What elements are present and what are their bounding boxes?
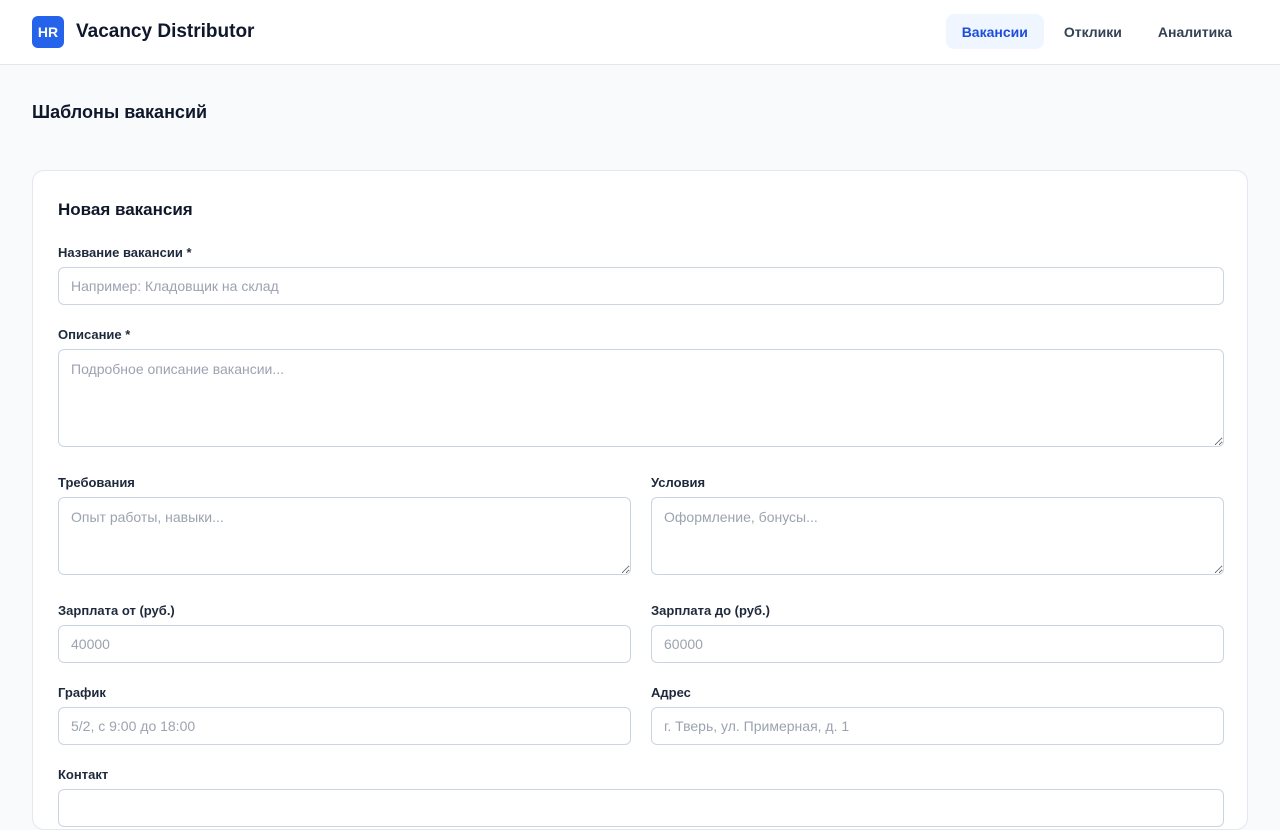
contact-label: Контакт — [58, 767, 109, 782]
schedule-input[interactable] — [58, 707, 631, 745]
vacancy-name-input[interactable] — [58, 267, 1224, 305]
app-title: Vacancy Distributor — [76, 21, 255, 42]
salary-from-input[interactable] — [58, 625, 631, 663]
conditions-label: Условия — [651, 475, 706, 490]
page-title: Шаблоны вакансий — [32, 102, 208, 122]
salary-to-label: Зарплата до (руб.) — [651, 603, 770, 618]
address-label: Адрес — [651, 685, 691, 700]
hr-logo: HR — [32, 16, 64, 48]
address-input[interactable] — [651, 707, 1224, 745]
salary-to-input[interactable] — [651, 625, 1224, 663]
requirements-label: Требования — [58, 475, 135, 490]
description-label: Описание * — [58, 327, 131, 342]
vacancy-name-label: Название вакансии * — [58, 245, 192, 260]
conditions-textarea[interactable] — [651, 497, 1224, 575]
nav-item-responses[interactable]: Отклики — [1048, 14, 1138, 49]
form-title: Новая вакансия — [58, 200, 193, 219]
top-header: HR Vacancy Distributor Вакансии Отклики … — [0, 0, 1280, 65]
contact-input[interactable] — [58, 789, 1224, 827]
schedule-label: График — [58, 685, 106, 700]
new-vacancy-form: Новая вакансия Название вакансии * Описа… — [32, 170, 1248, 830]
nav-item-analytics[interactable]: Аналитика — [1142, 14, 1248, 49]
main-nav: Вакансии Отклики Аналитика — [942, 14, 1248, 49]
description-textarea[interactable] — [58, 349, 1224, 447]
salary-from-label: Зарплата от (руб.) — [58, 603, 175, 618]
requirements-textarea[interactable] — [58, 497, 631, 575]
nav-item-vacancies[interactable]: Вакансии — [945, 14, 1044, 49]
